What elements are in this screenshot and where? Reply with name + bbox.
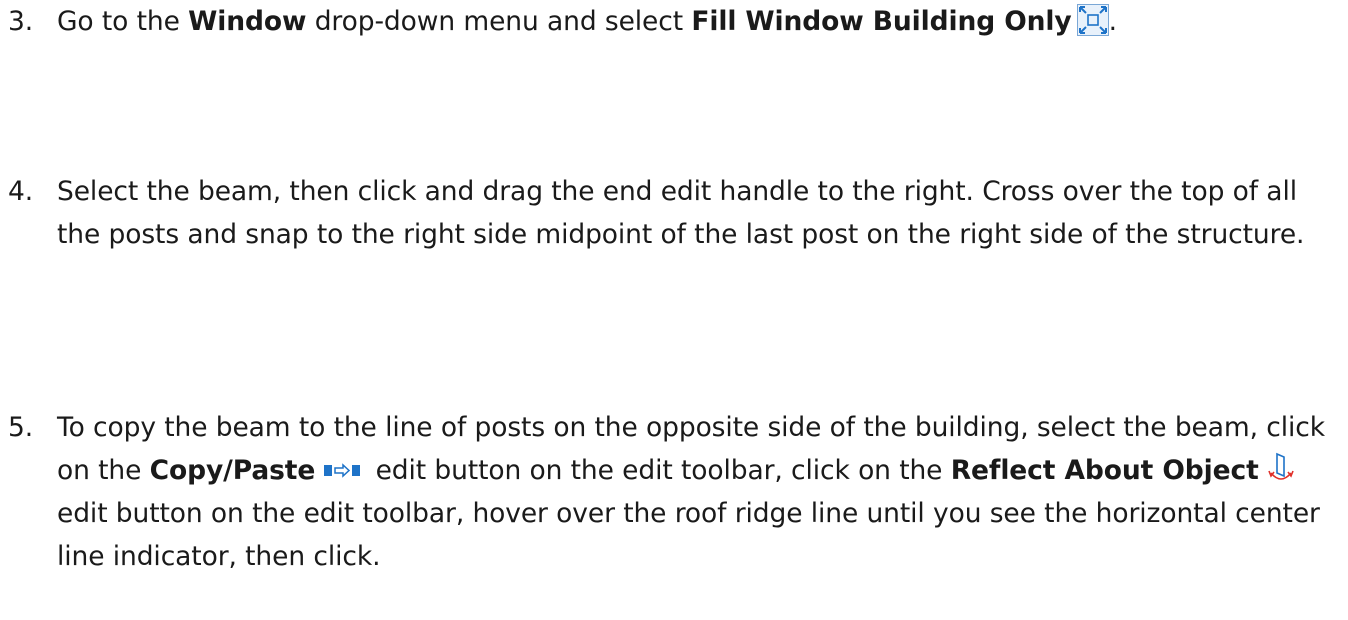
command-name-copy-paste: Copy/Paste: [149, 455, 316, 486]
step-4: 4. Select the beam, then click and drag …: [0, 170, 1348, 256]
step-text: To copy the beam to the line of posts on…: [57, 412, 1325, 572]
command-name-reflect-about-object: Reflect About Object: [950, 455, 1259, 486]
step-number: 4.: [8, 176, 34, 207]
step-5: 5. To copy the beam to the line of posts…: [0, 406, 1348, 578]
step-text: Select the beam, then click and drag the…: [57, 176, 1305, 250]
command-name-fill-window: Fill Window Building Only: [691, 6, 1072, 37]
fill-window-building-only-icon: [1076, 3, 1109, 36]
step-3: 3. Go to the Window drop-down menu and s…: [0, 0, 1348, 43]
step-number: 3.: [8, 6, 34, 37]
step-text: Go to the Window drop-down menu and sele…: [57, 0, 1334, 43]
step-number: 5.: [8, 412, 34, 443]
copy-paste-icon: [323, 462, 361, 478]
reflect-about-object-icon: [1267, 451, 1295, 485]
menu-name-window: Window: [188, 6, 307, 37]
